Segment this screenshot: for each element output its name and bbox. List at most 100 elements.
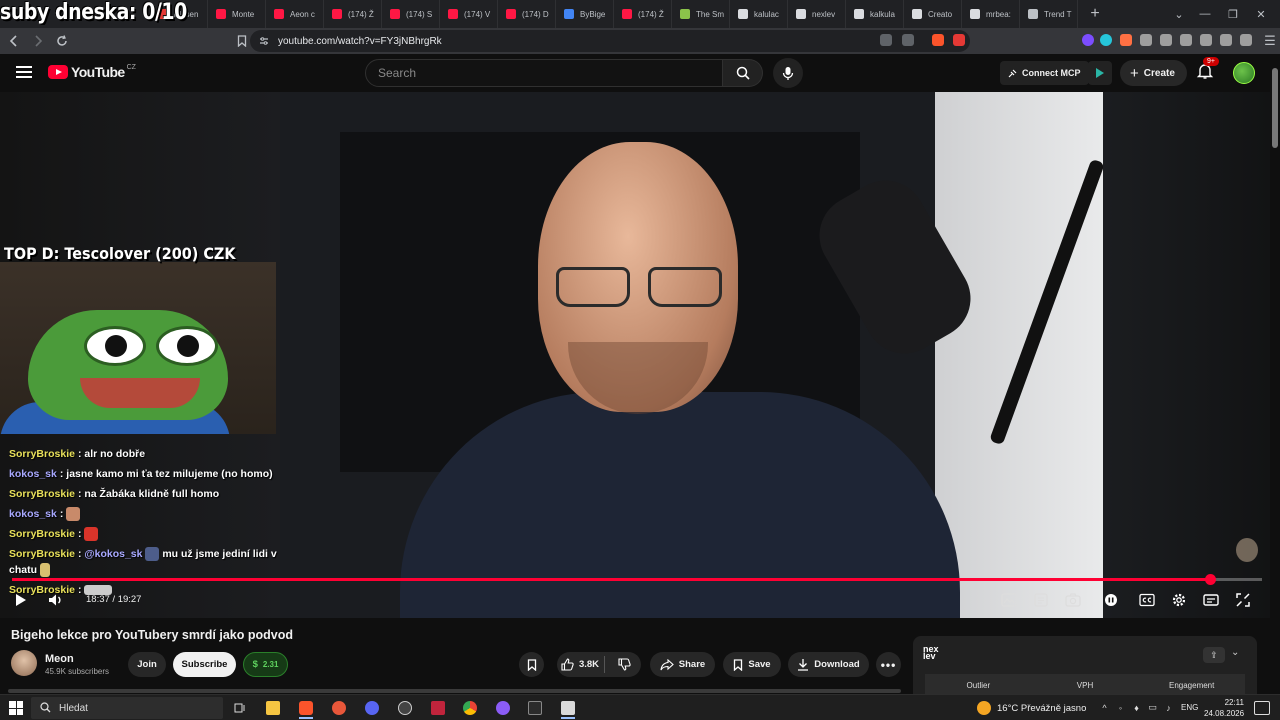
taskbar-app-5[interactable] — [394, 698, 416, 718]
extension-1-icon[interactable] — [1082, 34, 1094, 46]
new-tab-button[interactable]: + — [1084, 3, 1106, 25]
bookmark-video-button[interactable] — [519, 652, 544, 677]
browser-tab[interactable]: Aeon c — [266, 0, 324, 28]
browser-tab[interactable]: kalkula — [846, 0, 904, 28]
browser-tab[interactable]: (174) S — [382, 0, 440, 28]
export-button[interactable]: ⇪ — [1203, 647, 1225, 663]
dislike-button[interactable] — [608, 652, 641, 677]
subscribe-button[interactable]: Subscribe — [173, 652, 236, 677]
tray-network-icon[interactable]: ▭ — [1147, 702, 1158, 713]
connect-mcp-button[interactable]: Connect MCP — [1000, 61, 1089, 85]
taskbar-clock[interactable]: 22:11 24.08.2026 — [1204, 697, 1244, 719]
cast-icon[interactable] — [902, 34, 914, 46]
search-input[interactable] — [365, 59, 723, 87]
guide-menu-button[interactable] — [14, 63, 34, 83]
sidebar-icon[interactable] — [1180, 34, 1192, 46]
browser-tab[interactable]: Trend T — [1020, 0, 1078, 28]
taskbar-app-8[interactable] — [492, 698, 514, 718]
back-button[interactable] — [4, 31, 24, 51]
taskbar-chrome[interactable] — [459, 698, 481, 718]
taskbar-app-10[interactable] — [557, 698, 579, 719]
taskbar-app-3[interactable] — [328, 698, 350, 718]
join-button[interactable]: Join — [128, 652, 166, 677]
extension-logo-button[interactable] — [1088, 61, 1112, 85]
scrollbar-thumb[interactable] — [1272, 68, 1278, 148]
vpn-icon[interactable] — [1240, 34, 1252, 46]
browser-tab[interactable]: Monte — [208, 0, 266, 28]
browser-tab[interactable]: (174) V — [440, 0, 498, 28]
fullscreen-button[interactable] — [1232, 590, 1254, 610]
channel-avatar[interactable] — [11, 650, 37, 676]
start-button[interactable] — [9, 701, 23, 715]
taskbar-discord[interactable] — [361, 698, 383, 718]
screenshot-button[interactable] — [1062, 590, 1084, 610]
browser-menu-button[interactable]: ☰ — [1260, 31, 1280, 51]
collapse-chevron-icon[interactable]: ⌄ — [1231, 647, 1239, 658]
notification-center-icon[interactable] — [1254, 701, 1270, 715]
url-field[interactable]: youtube.com/watch?v=FY3jNBhrgRk — [250, 30, 970, 52]
settings-button[interactable] — [1168, 590, 1190, 610]
extensions-puzzle-icon[interactable] — [1140, 34, 1152, 46]
taskbar-app-6[interactable] — [427, 698, 449, 718]
account-avatar[interactable] — [1233, 62, 1255, 84]
input-language[interactable]: ENG — [1181, 703, 1198, 712]
youtube-logo[interactable]: YouTube CZ — [48, 64, 136, 80]
minimize-button[interactable]: — — [1192, 0, 1218, 28]
task-view-button[interactable] — [229, 698, 251, 718]
autoplay-toggle[interactable] — [1100, 590, 1122, 610]
browser-tab[interactable]: (174) D — [498, 0, 556, 28]
page-scrollbar[interactable] — [1270, 54, 1280, 694]
channel-name[interactable]: Meon — [45, 653, 74, 665]
browser-tab[interactable]: (174) Ž — [614, 0, 672, 28]
channel-watermark[interactable] — [1236, 538, 1258, 562]
wallet-icon[interactable] — [1200, 34, 1212, 46]
browser-tab[interactable]: ByBige — [556, 0, 614, 28]
taskbar-terminal[interactable] — [524, 698, 546, 718]
forward-button[interactable] — [28, 31, 48, 51]
browser-tab[interactable]: (174) Ž — [324, 0, 382, 28]
extension-3-icon[interactable] — [1120, 34, 1132, 46]
weather-widget[interactable]: 16°C Převážně jasno — [977, 701, 1086, 715]
tray-overflow-icon[interactable]: ^ — [1099, 702, 1110, 713]
bookmark-page-button[interactable] — [232, 31, 252, 51]
close-window-button[interactable]: ✕ — [1248, 0, 1274, 28]
create-button[interactable]: + Create — [1120, 60, 1187, 86]
restore-button[interactable]: ❐ — [1220, 0, 1246, 28]
taskbar-brave[interactable] — [295, 698, 317, 719]
voice-search-button[interactable] — [773, 58, 803, 88]
brave-shields-icon[interactable] — [932, 34, 944, 46]
browser-tab[interactable]: kalulac — [730, 0, 788, 28]
translate-icon[interactable] — [880, 34, 892, 46]
tray-mic-icon[interactable]: ♦ — [1131, 702, 1142, 713]
tray-app-icon[interactable]: ◦ — [1115, 702, 1126, 713]
thanks-button[interactable]: $ 2.31 — [243, 652, 288, 677]
browser-tab[interactable]: Creato — [904, 0, 962, 28]
subtitles-button[interactable] — [1136, 590, 1158, 610]
save-button[interactable]: Save — [723, 652, 781, 677]
transcript-button[interactable] — [1030, 590, 1052, 610]
tab-search-icon[interactable]: ⌄ — [1166, 0, 1192, 28]
taskbar-file-explorer[interactable] — [262, 698, 284, 718]
like-button[interactable]: 3.8K — [557, 652, 603, 677]
tab-favicon-icon — [1028, 9, 1038, 19]
actions-horizontal-scrollbar[interactable] — [8, 689, 901, 693]
extension-2-icon[interactable] — [1100, 34, 1112, 46]
share-button[interactable]: Share — [650, 652, 715, 677]
browser-tab[interactable]: nexlev — [788, 0, 846, 28]
browser-tab[interactable]: mrbea: — [962, 0, 1020, 28]
search-button[interactable] — [723, 59, 763, 87]
browser-tab[interactable]: The Sm — [672, 0, 730, 28]
leo-ai-icon[interactable] — [1220, 34, 1232, 46]
tray-volume-icon[interactable]: ♪ — [1163, 702, 1174, 713]
taskbar-search[interactable]: Hledat — [31, 697, 223, 719]
weather-sun-icon — [977, 701, 991, 715]
download-button[interactable]: Download — [788, 652, 869, 677]
video-player[interactable]: TOP D: Tescolover (200) CZK SorryBroskie… — [0, 92, 1270, 618]
progress-scrubber[interactable] — [1204, 574, 1216, 585]
theater-mode-button[interactable] — [1200, 590, 1222, 610]
miniplayer-extension-button[interactable] — [998, 590, 1020, 610]
brave-rewards-icon[interactable] — [953, 34, 965, 46]
reload-button[interactable] — [52, 31, 72, 51]
more-actions-button[interactable]: ••• — [876, 652, 901, 677]
media-controls-icon[interactable] — [1160, 34, 1172, 46]
